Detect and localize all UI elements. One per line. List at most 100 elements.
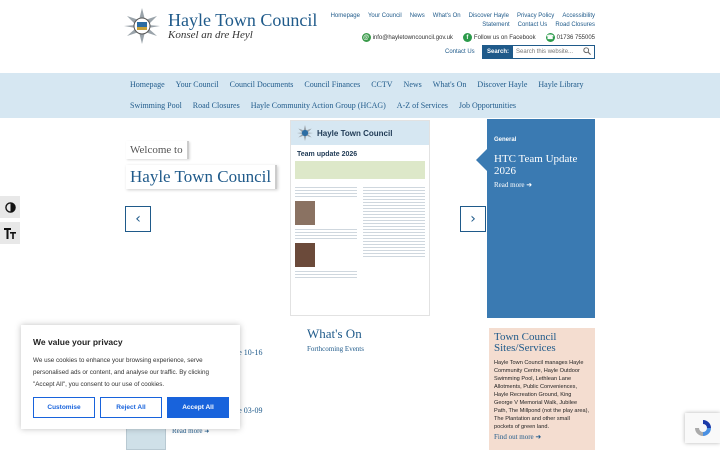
nav-swimming-pool[interactable]: Swimming Pool xyxy=(130,101,182,110)
phone-icon: ☎ xyxy=(545,33,555,42)
nav-homepage[interactable]: Homepage xyxy=(130,80,165,89)
nav-news[interactable]: News xyxy=(404,80,422,89)
card-pointer xyxy=(476,149,487,171)
slider-prev-button[interactable]: ‹ xyxy=(125,206,151,232)
facebook-link[interactable]: f Follow us on Facebook xyxy=(462,33,536,42)
whats-on-title: What's On xyxy=(307,326,362,341)
newsletter-col-right xyxy=(363,185,425,278)
toplink-your-council[interactable]: Your Council xyxy=(368,13,402,19)
main-nav: Homepage Your Council Council Documents … xyxy=(0,73,720,118)
customise-button[interactable]: Customise xyxy=(33,397,95,418)
sites-body: Hayle Town Council manages Hayle Communi… xyxy=(494,360,590,430)
contrast-icon xyxy=(4,201,16,213)
nav-council-finances[interactable]: Council Finances xyxy=(304,80,360,89)
toplink-contact-us[interactable]: Contact Us xyxy=(518,22,548,28)
nav-job-opportunities[interactable]: Job Opportunities xyxy=(459,101,516,110)
welcome-small: Welcome to xyxy=(126,141,189,159)
chevron-left-icon: ‹ xyxy=(135,211,141,227)
nav-row-1: Homepage Your Council Council Documents … xyxy=(130,80,584,89)
chevron-right-icon: › xyxy=(470,211,476,227)
site-subtitle: Konsel an dre Heyl xyxy=(168,29,253,41)
arrow-circle-icon: ➜ xyxy=(535,433,542,441)
council-crest-logo[interactable] xyxy=(124,8,160,44)
welcome-title: Hayle Town Council xyxy=(126,165,278,189)
featured-news-card[interactable]: General HTC Team Update 2026 Read more ➜ xyxy=(476,119,595,318)
toplink-accessibility[interactable]: Accessibility xyxy=(562,13,595,19)
staff-photo xyxy=(295,201,315,225)
contact-us-link[interactable]: Contact Us xyxy=(445,49,475,55)
feature-category: General xyxy=(494,137,517,143)
toplink-road-closures[interactable]: Road Closures xyxy=(555,22,595,28)
accept-all-button[interactable]: Accept All xyxy=(167,397,229,418)
nav-row-2: Swimming Pool Road Closures Hayle Commun… xyxy=(130,101,516,110)
text-lines xyxy=(295,271,357,278)
feature-title[interactable]: HTC Team Update 2026 xyxy=(494,153,589,177)
newsletter-header: Hayle Town Council xyxy=(291,121,429,145)
nav-a-z-services[interactable]: A-Z of Services xyxy=(397,101,448,110)
nav-whats-on[interactable]: What's On xyxy=(433,80,467,89)
read-more-text: Read more xyxy=(494,181,525,189)
find-out-more-text: Find out more xyxy=(494,433,534,441)
nav-council-documents[interactable]: Council Documents xyxy=(230,80,294,89)
news-thumbnail[interactable] xyxy=(126,428,166,450)
recaptcha-icon xyxy=(694,420,711,436)
slider-next-button[interactable]: › xyxy=(460,206,486,232)
sites-services-card: Town Council Sites/Services Hayle Town C… xyxy=(489,328,595,450)
site-header: Hayle Town Council Konsel an dre Heyl Ho… xyxy=(0,0,720,73)
phone-text: 01736 755005 xyxy=(556,34,595,41)
slide-newsletter-image[interactable]: Hayle Town Council Team update 2026 xyxy=(290,120,430,316)
sites-title: Town Council Sites/Services xyxy=(494,331,557,354)
email-icon: @ xyxy=(361,33,371,42)
crest-icon xyxy=(297,125,313,141)
text-lines xyxy=(295,229,357,239)
nav-your-council[interactable]: Your Council xyxy=(176,80,219,89)
whats-on-subtitle[interactable]: Forthcoming Events xyxy=(307,345,364,353)
newsletter-col-left xyxy=(295,185,357,278)
contact-row: @ info@hayletowncouncil.gov.uk f Follow … xyxy=(361,33,595,42)
arrow-circle-icon: ➜ xyxy=(204,429,210,435)
recaptcha-badge[interactable] xyxy=(685,413,720,443)
cookie-buttons: Customise Reject All Accept All xyxy=(33,397,229,418)
font-size-toggle-button[interactable] xyxy=(0,222,20,244)
newsletter-intro-box xyxy=(295,161,425,179)
email-text: info@hayletowncouncil.gov.uk xyxy=(372,34,453,41)
sites-find-out-more-link[interactable]: Find out more ➜ xyxy=(494,433,590,441)
contrast-toggle-button[interactable] xyxy=(0,196,20,218)
feature-read-more-link[interactable]: Read more ➜ xyxy=(494,181,532,189)
cookie-consent-banner: We value your privacy We use cookies to … xyxy=(21,325,240,429)
nav-cctv[interactable]: CCTV xyxy=(371,80,392,89)
facebook-text: Follow us on Facebook xyxy=(473,34,536,41)
toplink-homepage[interactable]: Homepage xyxy=(331,13,360,19)
phone-link[interactable]: ☎ 01736 755005 xyxy=(545,33,595,42)
newsletter-title: Team update 2026 xyxy=(297,151,358,158)
search-placeholder: Search this website... xyxy=(516,49,574,55)
newsletter-header-text: Hayle Town Council xyxy=(317,128,393,138)
cookie-title: We value your privacy xyxy=(33,337,123,347)
staff-photo xyxy=(295,243,315,267)
whats-on-section: What's On Forthcoming Events xyxy=(307,326,364,353)
toplink-statement[interactable]: Statement xyxy=(482,22,509,28)
toplink-whats-on[interactable]: What's On xyxy=(433,13,461,19)
arrow-circle-icon: ➜ xyxy=(526,181,533,189)
search-form: Search: Search this website... xyxy=(482,45,595,59)
text-lines xyxy=(295,187,357,197)
nav-road-closures[interactable]: Road Closures xyxy=(193,101,240,110)
nav-hcag[interactable]: Hayle Community Action Group (HCAG) xyxy=(251,101,386,110)
facebook-icon: f xyxy=(462,33,472,42)
reject-all-button[interactable]: Reject All xyxy=(100,397,162,418)
nav-discover-hayle[interactable]: Discover Hayle xyxy=(477,80,527,89)
search-label: Search: xyxy=(487,49,510,55)
nav-hayle-library[interactable]: Hayle Library xyxy=(538,80,583,89)
font-size-icon xyxy=(4,227,16,239)
toplink-privacy-policy[interactable]: Privacy Policy xyxy=(517,13,554,19)
text-lines xyxy=(363,187,425,257)
welcome-block: Welcome to Hayle Town Council xyxy=(126,140,286,189)
email-link[interactable]: @ info@hayletowncouncil.gov.uk xyxy=(361,33,453,42)
newsletter-columns xyxy=(295,185,425,278)
search-input[interactable]: Search this website... xyxy=(513,46,594,58)
cookie-body: We use cookies to enhance your browsing … xyxy=(33,357,209,388)
toplink-discover-hayle[interactable]: Discover Hayle xyxy=(469,13,509,19)
site-title[interactable]: Hayle Town Council xyxy=(168,10,317,31)
search-icon[interactable] xyxy=(583,47,591,55)
toplink-news[interactable]: News xyxy=(410,13,425,19)
